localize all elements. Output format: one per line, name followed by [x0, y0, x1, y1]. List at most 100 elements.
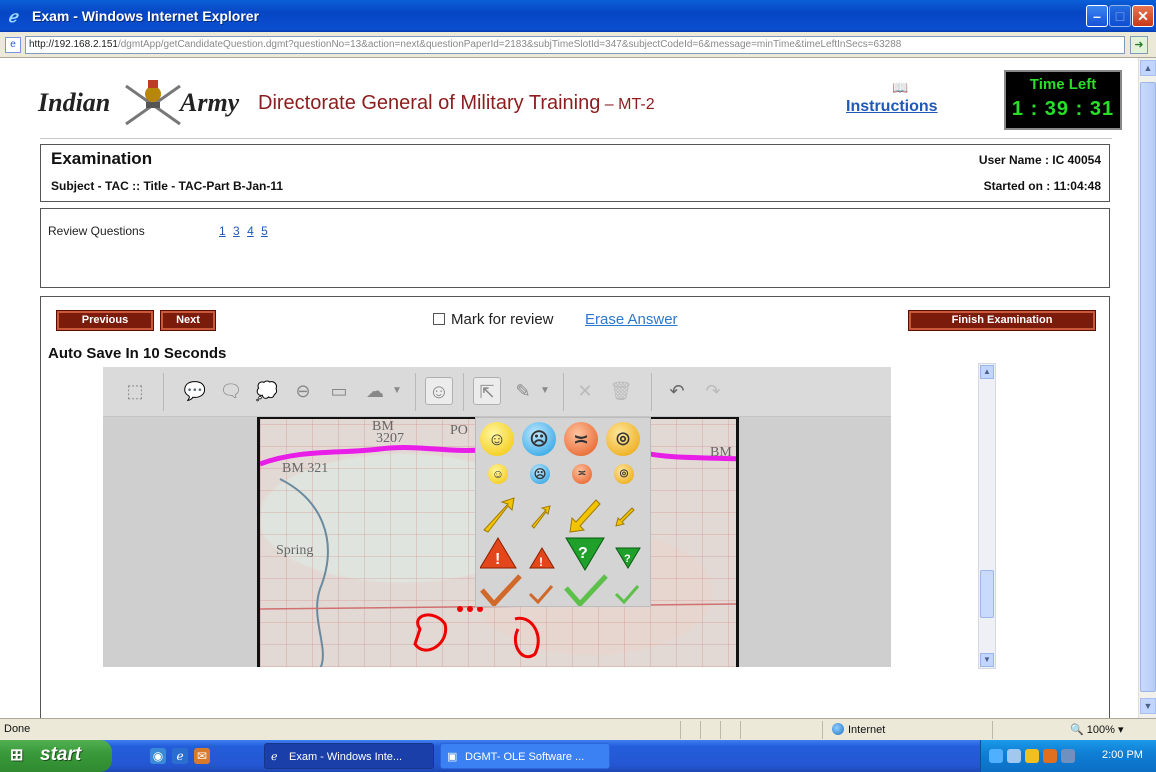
- go-icon[interactable]: ➜: [1130, 36, 1148, 54]
- book-icon[interactable]: 📖: [892, 80, 908, 96]
- speech-bubble-icon[interactable]: 💬: [181, 377, 209, 405]
- tray-network-icon[interactable]: [1007, 749, 1021, 763]
- page-header: Indian Army Directorate General of Milit…: [24, 66, 1124, 146]
- start-label: start: [40, 744, 82, 765]
- scroll-thumb[interactable]: [980, 570, 994, 618]
- exam-info-box: Examination Subject - TAC :: Title - TAC…: [40, 144, 1110, 202]
- toolbar-separator: [463, 373, 464, 411]
- happy-face-small-icon[interactable]: ☺: [488, 464, 508, 484]
- finish-examination-button[interactable]: Finish Examination: [908, 310, 1096, 331]
- toolbar-separator: [563, 373, 564, 411]
- task-dgmt-software[interactable]: ▣ DGMT- OLE Software ...: [440, 743, 610, 769]
- scroll-up-icon[interactable]: ▲: [980, 365, 994, 379]
- scroll-down-icon[interactable]: ▼: [980, 653, 994, 667]
- trash-icon[interactable]: 🗑: [607, 377, 635, 405]
- zoom-label: 100%: [1086, 724, 1115, 736]
- svg-text:?: ?: [624, 553, 631, 565]
- ie-icon: ℯ: [8, 9, 18, 26]
- status-divider: [700, 721, 701, 739]
- angry-face-small-icon[interactable]: ≍: [572, 464, 592, 484]
- mark-for-review[interactable]: Mark for review: [433, 311, 554, 328]
- delete-icon[interactable]: ✕: [571, 377, 599, 405]
- redo-icon[interactable]: ↷: [699, 377, 727, 405]
- started-on: Started on : 11:04:48: [983, 179, 1101, 193]
- scroll-up-icon[interactable]: ▲: [1140, 60, 1156, 76]
- smiley-stamp-icon[interactable]: ☺: [425, 377, 453, 405]
- tray-monitor-icon[interactable]: [1061, 749, 1075, 763]
- zoom-level[interactable]: 🔍 100% ▾: [1070, 723, 1123, 736]
- autosave-label: Auto Save In 10 Seconds: [48, 345, 227, 362]
- quicklaunch-app-icon[interactable]: ✉: [194, 748, 210, 764]
- erase-answer-link[interactable]: Erase Answer: [585, 311, 678, 328]
- svg-text:!: !: [539, 555, 543, 569]
- review-question-link[interactable]: 1: [219, 224, 226, 238]
- review-box: Review Questions 1 3 4 5: [40, 208, 1110, 288]
- clock: 2:00 PM: [1102, 749, 1143, 761]
- tray-arrow-icon[interactable]: [989, 749, 1003, 763]
- status-divider: [822, 721, 823, 739]
- sad-face-icon[interactable]: ☹: [522, 422, 556, 456]
- drawing-panel: ⬚ 💬 🗨 💭 ⊖ ▭ ☁ ▼ ☺ ⇱ ✎ ▼ ✕ 🗑 ↶ ↷ BM 3207 …: [103, 367, 891, 667]
- happy-face-icon[interactable]: ☺: [480, 422, 514, 456]
- status-text: Done: [4, 723, 31, 735]
- drawing-scrollbar[interactable]: ▲ ▼: [978, 363, 996, 669]
- url-host: http://192.168.2.151: [29, 39, 118, 50]
- oval-callout-icon[interactable]: ⊖: [289, 377, 317, 405]
- previous-button[interactable]: Previous: [56, 310, 154, 331]
- cloud-callout-icon[interactable]: ☁: [361, 377, 389, 405]
- org-name: Directorate General of Military Training: [258, 92, 601, 114]
- app-window-icon: ▣: [447, 751, 458, 763]
- task-label: DGMT- OLE Software ...: [465, 751, 585, 763]
- scroll-down-icon[interactable]: ▼: [1140, 698, 1156, 714]
- close-button[interactable]: ✕: [1132, 5, 1154, 27]
- org-suffix: – MT-2: [600, 96, 655, 113]
- task-label: Exam - Windows Inte...: [289, 751, 403, 763]
- sad-face-small-icon[interactable]: ☹: [530, 464, 550, 484]
- logo-indian: Indian: [38, 88, 111, 117]
- surprised-face-small-icon[interactable]: ◎: [614, 464, 634, 484]
- next-button[interactable]: Next: [160, 310, 216, 331]
- start-button[interactable]: ⊞ start: [0, 740, 112, 772]
- thought-bubble-icon[interactable]: 💭: [253, 377, 281, 405]
- quicklaunch-ie-icon[interactable]: ℯ: [172, 748, 188, 764]
- instructions-link[interactable]: Instructions: [846, 98, 938, 116]
- time-left-value: 1 : 39 : 31: [1011, 98, 1115, 120]
- select-area-icon[interactable]: ⬚: [121, 377, 149, 405]
- drawing-toolbar: ⬚ 💬 🗨 💭 ⊖ ▭ ☁ ▼ ☺ ⇱ ✎ ▼ ✕ 🗑 ↶ ↷: [103, 367, 891, 417]
- security-zone: Internet: [832, 723, 885, 736]
- status-divider: [992, 721, 993, 739]
- map-label: 3207: [376, 431, 404, 446]
- pencil-dropdown-icon[interactable]: ▼: [537, 377, 553, 405]
- angry-face-icon[interactable]: ≍: [564, 422, 598, 456]
- scroll-thumb[interactable]: [1140, 82, 1156, 692]
- time-left-label: Time Left: [1029, 76, 1097, 93]
- header-divider: [40, 138, 1112, 139]
- review-question-link[interactable]: 5: [261, 224, 268, 238]
- surprised-face-icon[interactable]: ◎: [606, 422, 640, 456]
- taskbar: ⊞ start ◉ ℯ ✉ ℯ Exam - Windows Inte... ▣ DG…: [0, 740, 1156, 772]
- org-title: Directorate General of Military Training…: [258, 92, 655, 115]
- quicklaunch-desktop-icon[interactable]: ◉: [150, 748, 166, 764]
- task-exam-ie[interactable]: ℯ Exam - Windows Inte...: [264, 743, 434, 769]
- check-stamps: [480, 574, 640, 606]
- tray-security-icon[interactable]: [1025, 749, 1039, 763]
- pointer-icon[interactable]: ⇱: [473, 377, 501, 405]
- url-field[interactable]: http://192.168.2.151/dgmtApp/getCandidat…: [25, 36, 1125, 54]
- page-scrollbar[interactable]: ▲ ▼: [1138, 58, 1156, 718]
- maximize-button[interactable]: □: [1109, 5, 1131, 27]
- callout-icon[interactable]: 🗨: [217, 377, 245, 405]
- review-question-link[interactable]: 3: [233, 224, 240, 238]
- minimize-button[interactable]: –: [1086, 5, 1108, 27]
- review-question-link[interactable]: 4: [247, 224, 254, 238]
- status-divider: [680, 721, 681, 739]
- mark-review-label: Mark for review: [451, 311, 554, 328]
- pencil-icon[interactable]: ✎: [509, 377, 537, 405]
- rect-callout-icon[interactable]: ▭: [325, 377, 353, 405]
- tray-app-icon[interactable]: [1043, 749, 1057, 763]
- undo-icon[interactable]: ↶: [663, 377, 691, 405]
- callout-dropdown-icon[interactable]: ▼: [389, 377, 405, 405]
- mark-review-checkbox[interactable]: [433, 313, 445, 325]
- status-bar: Done Internet 🔍 100% ▾: [0, 718, 1156, 740]
- address-bar: e http://192.168.2.151/dgmtApp/getCandid…: [0, 32, 1156, 58]
- windows-flag-icon: ⊞: [10, 747, 24, 764]
